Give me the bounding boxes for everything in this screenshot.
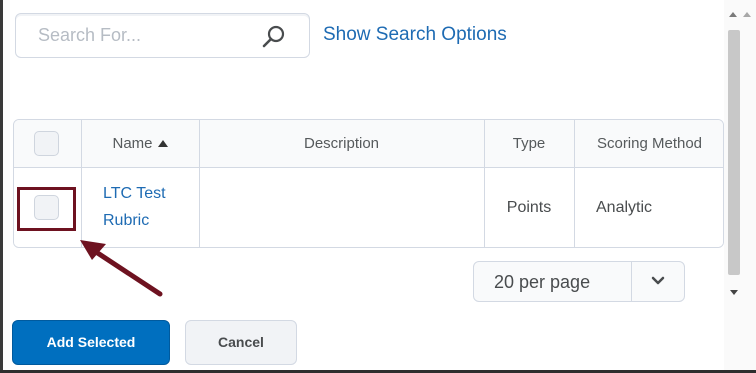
window-frame-left xyxy=(0,0,3,373)
checkbox-highlight-box xyxy=(17,187,76,231)
rubric-table: Name Description Type Scoring Method LTC… xyxy=(13,119,724,248)
scroll-up-icon[interactable] xyxy=(729,12,737,17)
cancel-button[interactable]: Cancel xyxy=(185,320,297,365)
add-selected-button[interactable]: Add Selected xyxy=(12,320,170,365)
per-page-select[interactable]: 20 per page xyxy=(473,261,685,302)
select-all-checkbox[interactable] xyxy=(34,131,59,156)
column-divider xyxy=(574,120,575,247)
cell-scoring-method: Analytic xyxy=(596,199,653,216)
show-search-options-link[interactable]: Show Search Options xyxy=(323,24,507,46)
scrollbar-thumb[interactable] xyxy=(728,30,740,275)
column-header-description: Description xyxy=(303,135,380,152)
cell-type: Points xyxy=(506,199,552,216)
column-divider xyxy=(484,120,485,247)
rubric-name-line1: LTC Test xyxy=(103,185,166,202)
column-header-name[interactable]: Name xyxy=(81,120,199,168)
table-header-row: Name Description Type Scoring Method xyxy=(14,120,723,168)
column-divider xyxy=(81,120,82,247)
sort-ascending-icon xyxy=(157,140,168,147)
rubric-name-link[interactable]: LTC Test Rubric xyxy=(103,180,166,234)
select-divider xyxy=(631,262,632,301)
arrow-up-left-icon xyxy=(80,240,163,297)
column-header-name-label: Name xyxy=(112,135,153,152)
search-placeholder: Search For... xyxy=(38,25,142,45)
chevron-down-icon xyxy=(651,276,665,285)
column-header-scoring-method: Scoring Method xyxy=(596,135,703,152)
per-page-value: 20 per page xyxy=(494,272,591,292)
scroll-up-icon[interactable] xyxy=(743,12,751,17)
column-header-type: Type xyxy=(512,135,546,152)
cell-description xyxy=(199,168,484,247)
rubric-name-line2: Rubric xyxy=(103,212,150,229)
search-input[interactable]: Search For... xyxy=(15,13,310,58)
scroll-down-icon[interactable] xyxy=(730,290,738,295)
column-divider xyxy=(199,120,200,247)
search-icon[interactable] xyxy=(260,23,288,49)
